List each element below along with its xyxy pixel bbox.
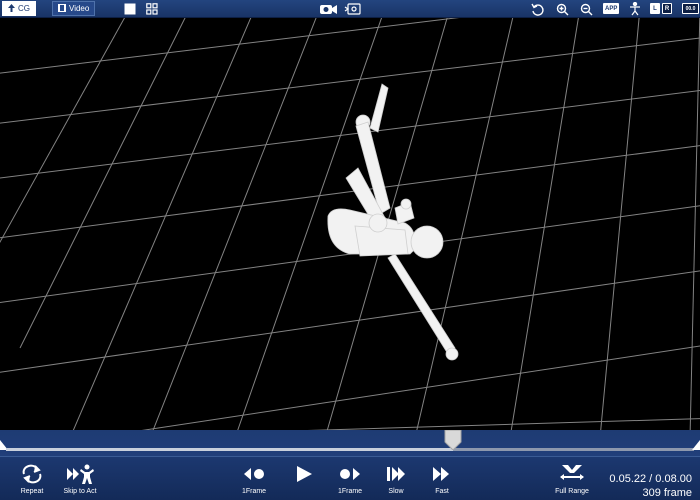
app-badge[interactable]: APP [603,3,620,14]
full-range-icon [559,461,585,487]
time-readout: 0.05.22 / 0.08.00 309 frame [609,472,692,500]
timeline-bar[interactable] [0,430,700,456]
video-tab[interactable]: Video [52,1,96,16]
figure-icon[interactable] [628,2,642,16]
slow-label: Slow [388,488,404,495]
full-range-label: Full Range [555,488,589,495]
grid-icon[interactable] [145,2,159,16]
frame-count: 309 frame [642,487,692,499]
fast-icon [431,461,453,487]
zoom-out-icon[interactable] [579,2,593,16]
video-tab-label: Video [69,4,90,13]
skip-to-act-button[interactable]: Skip to Act [58,461,102,500]
reset-rotation-icon[interactable] [530,2,544,16]
next-frame-icon [338,461,362,487]
slow-button[interactable]: Slow [374,461,418,500]
repeat-button[interactable]: Repeat [10,461,54,500]
scrub-handle[interactable] [443,430,463,450]
next-frame-label: 1Frame [337,488,363,495]
play-icon [294,461,314,487]
time-position: 0.05.22 / 0.08.00 [609,473,692,485]
slow-icon [385,461,407,487]
speed-badge: 00.0 [682,3,699,14]
film-icon [58,3,66,14]
playback-controls: Repeat Skip to Act 1Frame 1Frame Slow Fa… [0,456,700,500]
prev-frame-label: 1Frame [241,488,267,495]
camera-icon[interactable] [318,2,338,16]
left-side-badge[interactable]: L [650,3,660,14]
cg-viewport[interactable] [0,18,700,430]
skip-to-act-icon [65,461,95,487]
fast-button[interactable]: Fast [420,461,464,500]
play-button[interactable] [282,461,326,500]
square-icon[interactable] [123,2,137,16]
cg-tab-label: CG [18,4,30,13]
fast-label: Fast [435,488,449,495]
skip-to-act-label: Skip to Act [63,488,97,495]
prev-frame-icon [242,461,266,487]
full-range-button[interactable]: Full Range [550,461,594,500]
prev-frame-button[interactable]: 1Frame [232,461,276,500]
up-arrow-icon [8,3,15,14]
repeat-label: Repeat [20,488,44,495]
timeline-progress [6,448,454,451]
zoom-in-icon[interactable] [555,2,569,16]
range-end-marker[interactable] [692,440,700,450]
cg-tab[interactable]: CG [2,1,36,16]
next-frame-button[interactable]: 1Frame [328,461,372,500]
mannequin-figure[interactable] [0,18,700,430]
view-switch-icon[interactable] [344,2,364,16]
right-side-badge[interactable]: R [662,3,672,14]
repeat-icon [20,461,44,487]
timeline-track[interactable] [6,448,694,451]
top-toolbar: CG Video APP L R 00.0 [0,0,700,18]
